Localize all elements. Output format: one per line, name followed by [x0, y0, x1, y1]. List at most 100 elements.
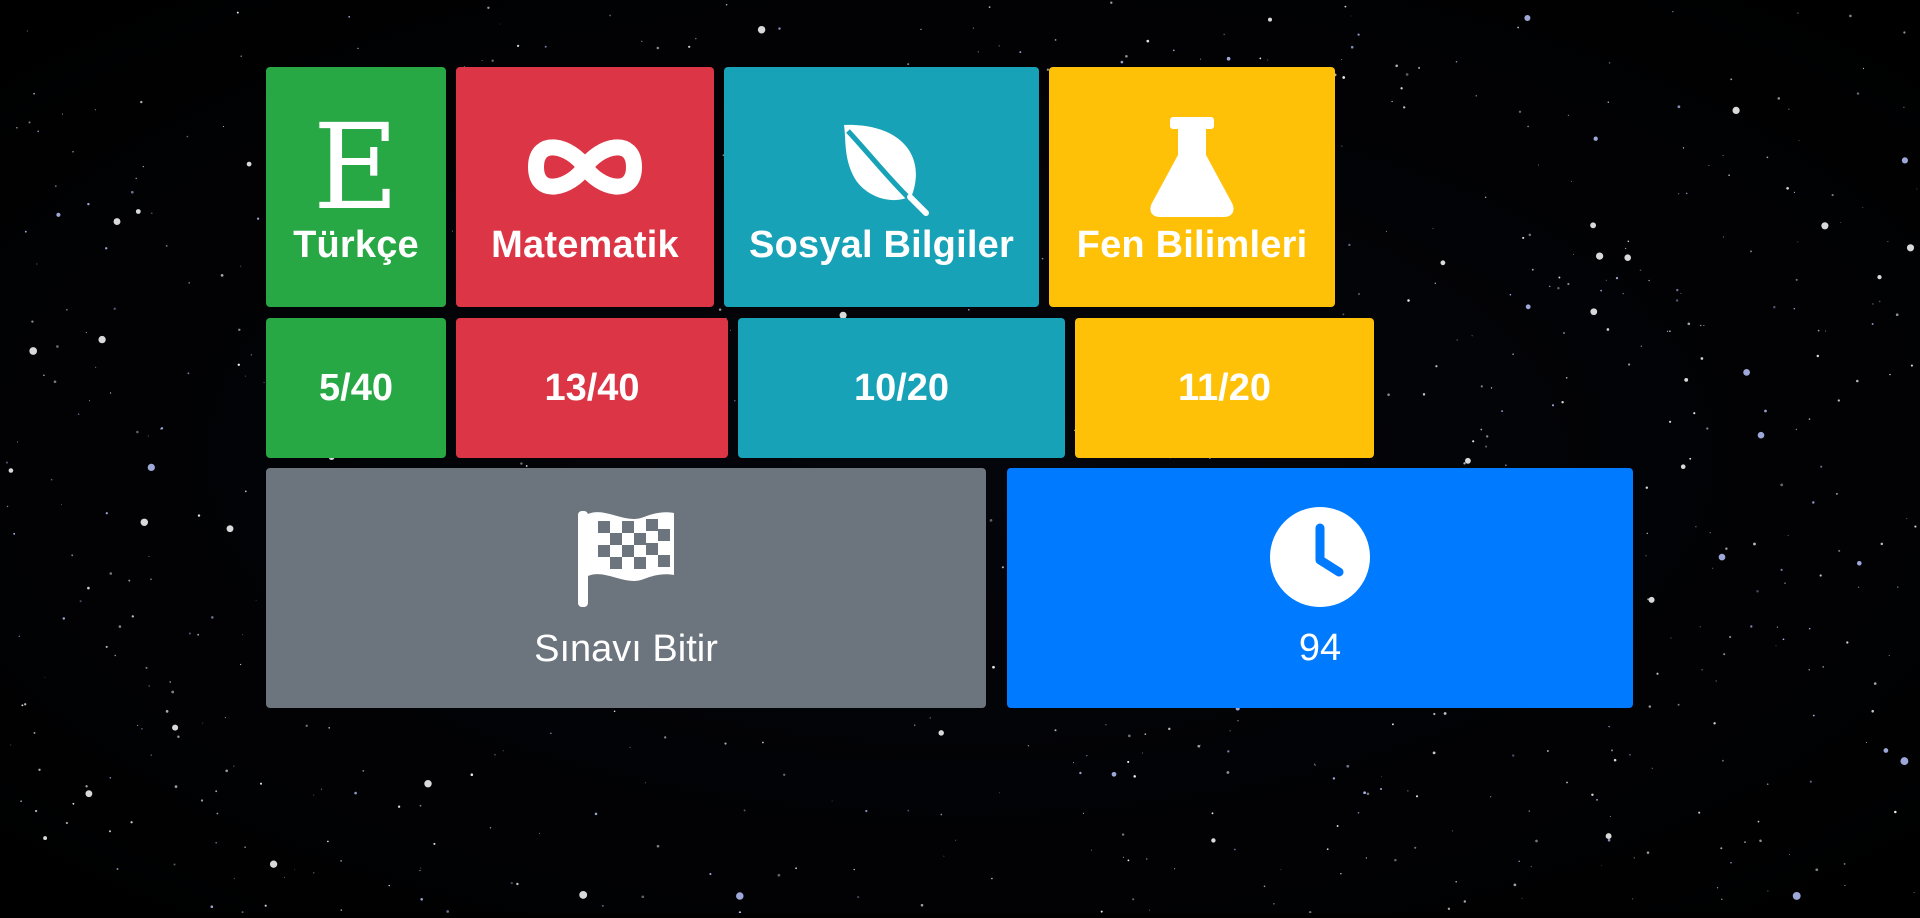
star — [1627, 363, 1631, 366]
star — [502, 750, 504, 752]
star — [1815, 868, 1819, 872]
star — [165, 244, 168, 247]
star — [1709, 532, 1711, 534]
star — [16, 127, 18, 129]
score-fen-bilimleri: 11/20 — [1178, 366, 1271, 409]
star — [1605, 833, 1612, 840]
star — [1667, 330, 1669, 332]
star — [1237, 719, 1239, 722]
star — [140, 518, 149, 527]
star — [1387, 393, 1390, 396]
star — [1722, 236, 1725, 238]
star — [147, 435, 150, 437]
star — [613, 710, 616, 713]
star — [1906, 244, 1915, 252]
star — [1572, 253, 1575, 255]
star — [174, 785, 178, 788]
star — [977, 51, 979, 53]
star — [1862, 67, 1865, 70]
star — [313, 794, 315, 796]
star — [148, 555, 150, 557]
star — [1565, 376, 1568, 379]
star — [1646, 851, 1650, 854]
star — [210, 616, 214, 619]
star — [938, 730, 944, 736]
star — [1721, 759, 1724, 762]
star — [160, 427, 164, 430]
star — [1200, 744, 1201, 746]
star — [1615, 276, 1619, 280]
star — [1600, 289, 1602, 292]
star — [13, 532, 16, 535]
star — [520, 462, 523, 465]
star — [1684, 377, 1689, 382]
star — [516, 882, 519, 886]
star — [1723, 653, 1726, 656]
star — [147, 463, 155, 472]
star — [1447, 907, 1451, 910]
star — [37, 130, 40, 133]
star — [725, 3, 728, 6]
star — [142, 165, 144, 168]
star — [87, 202, 90, 206]
star — [1680, 292, 1682, 294]
star — [1647, 598, 1650, 601]
star — [1365, 857, 1368, 859]
star — [1613, 758, 1617, 762]
star — [44, 676, 46, 678]
star — [328, 727, 330, 729]
subject-tile-matematik[interactable]: Matematik — [456, 67, 714, 307]
star — [481, 60, 483, 61]
flask-icon — [1146, 112, 1238, 222]
star — [1669, 420, 1672, 423]
star — [1797, 12, 1799, 14]
subject-tile-turkce[interactable]: E Türkçe — [266, 67, 446, 307]
star — [1054, 729, 1057, 732]
star — [313, 872, 315, 874]
star — [1605, 279, 1607, 281]
star — [1455, 880, 1457, 883]
star — [259, 782, 263, 785]
star — [150, 578, 152, 581]
star — [1342, 76, 1346, 79]
star — [151, 212, 153, 214]
star — [226, 525, 234, 533]
star — [1817, 329, 1820, 332]
star — [656, 844, 660, 848]
star — [65, 821, 69, 825]
timer-value: 94 — [1298, 627, 1342, 669]
star — [718, 308, 722, 311]
star — [1501, 410, 1504, 413]
star — [857, 896, 860, 899]
star — [224, 717, 226, 719]
star — [777, 873, 781, 877]
star — [1400, 87, 1403, 90]
star — [95, 366, 97, 368]
star — [43, 374, 45, 377]
star — [1808, 418, 1811, 420]
star — [24, 230, 27, 233]
star — [1511, 754, 1515, 757]
star — [1595, 252, 1604, 260]
subject-tile-fen-bilimleri[interactable]: Fen Bilimleri — [1049, 67, 1335, 307]
star — [1624, 254, 1631, 261]
star — [1840, 222, 1842, 223]
star — [1628, 753, 1631, 756]
star — [1414, 846, 1417, 849]
finish-exam-button[interactable]: Sınavı Bitir — [266, 468, 986, 708]
star — [244, 375, 246, 377]
star — [992, 665, 995, 669]
subject-tile-sosyal-bilgiler[interactable]: Sosyal Bilgiler — [724, 67, 1039, 307]
star — [26, 30, 28, 32]
star — [419, 869, 421, 872]
star — [1342, 313, 1345, 316]
star — [1100, 910, 1103, 913]
star — [1145, 858, 1148, 860]
star — [188, 282, 191, 284]
star — [1173, 868, 1176, 870]
star — [1689, 457, 1692, 460]
star — [1756, 589, 1759, 593]
star — [1849, 14, 1852, 18]
star — [1777, 97, 1781, 100]
star — [1144, 733, 1147, 735]
